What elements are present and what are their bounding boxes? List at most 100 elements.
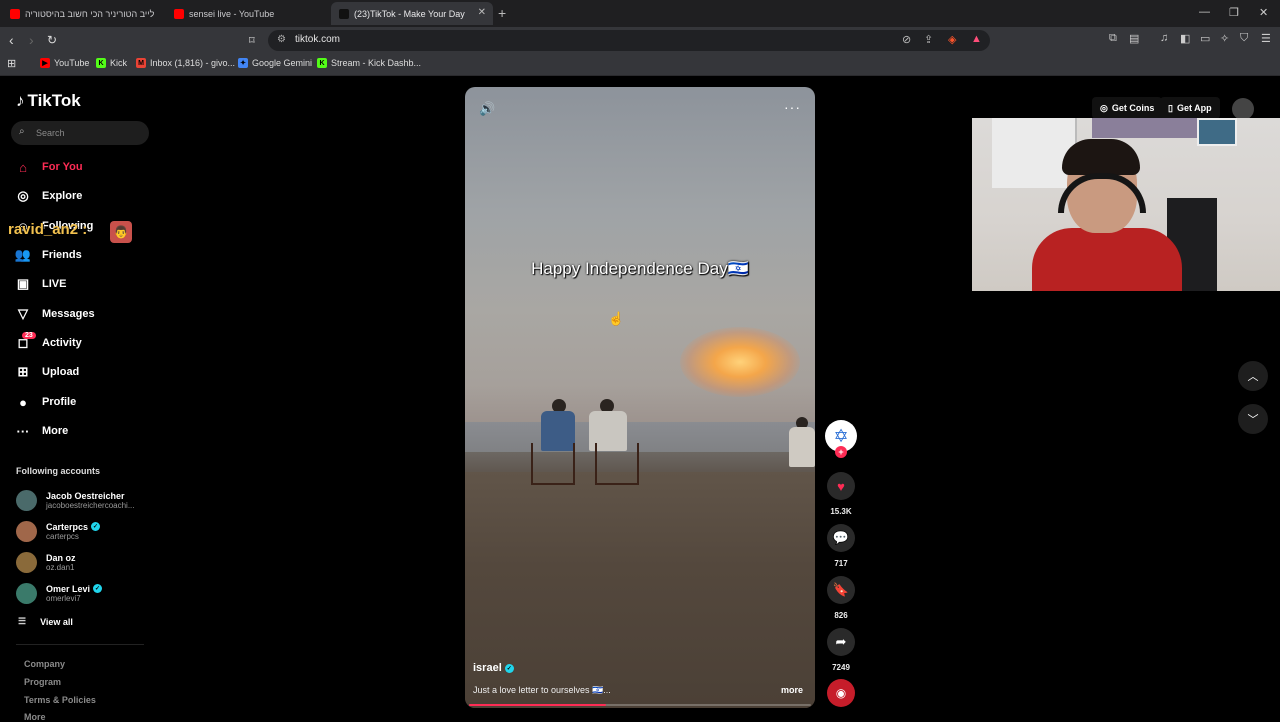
bookmark-label: YouTube xyxy=(54,58,90,68)
account-text: Dan oz oz.dan1 xyxy=(46,553,76,572)
url-text[interactable]: tiktok.com xyxy=(295,34,340,45)
bookmark-save-icon[interactable]: 🔖 xyxy=(827,576,855,604)
video-player[interactable]: Happy Independence Day🇮🇱 🔊 ··· ☝ israel … xyxy=(465,87,815,708)
omnibox[interactable]: ⚙ tiktok.com ⊘ ⇪ ◈ ▲ xyxy=(268,30,990,51)
screenshot-icon[interactable]: ▤ xyxy=(1129,32,1139,45)
video-description: Just a love letter to ourselves 🇮🇱... xyxy=(473,685,611,695)
extensions-icon[interactable]: ⧉ xyxy=(1109,32,1117,45)
account-handle: oz.dan1 xyxy=(46,562,75,572)
sidebar-item-live[interactable]: ▣ LIVE xyxy=(14,272,67,296)
music-disc-icon[interactable]: ◉ xyxy=(827,679,855,707)
bookmark-item[interactable]: ▶ YouTube xyxy=(40,58,89,68)
no-translate-icon[interactable]: ⊘ xyxy=(902,33,911,46)
sidebar-item-profile[interactable]: ● Profile xyxy=(14,390,76,414)
minimize-button[interactable]: — xyxy=(1199,6,1210,18)
comment-icon[interactable]: 💬 xyxy=(827,524,855,552)
following-account[interactable]: Jacob Oestreicher jacoboestreichercoachi.… xyxy=(16,487,135,513)
menu-icon[interactable]: ☰ xyxy=(1261,32,1271,45)
vpn-icon[interactable]: ⛉ xyxy=(1240,32,1248,45)
verified-icon: ✓ xyxy=(504,663,514,673)
following-account[interactable]: Omer Levi ✓ omerlevi7 xyxy=(16,580,103,606)
browser-tab[interactable]: לייב הטוריניר הכי חשוב בהיסטוריה xyxy=(2,2,164,25)
follow-plus-icon[interactable]: + xyxy=(835,446,847,458)
sidebar-toggle-icon[interactable]: ◧ xyxy=(1180,32,1190,45)
video-author[interactable]: israel ✓ xyxy=(473,662,514,674)
tiktok-logo[interactable]: ♪ TikTok xyxy=(16,91,81,111)
avatar xyxy=(16,520,37,542)
bookmark-item[interactable]: M Inbox (1,816) - givo... xyxy=(136,58,235,68)
browser-tab[interactable]: sensei live - YouTube xyxy=(166,2,328,25)
video-caption: Happy Independence Day🇮🇱 xyxy=(531,259,749,278)
media-icon[interactable]: ♫ xyxy=(1160,32,1168,44)
close-tab-icon[interactable]: ✕ xyxy=(478,7,486,18)
share-arrow-icon[interactable]: ➦ xyxy=(827,628,855,656)
sidebar-item-label: More xyxy=(42,425,69,437)
like-icon[interactable]: ♥ xyxy=(827,472,855,500)
wallet-icon[interactable]: ▭ xyxy=(1200,32,1210,45)
browser-tab[interactable]: (23)TikTok - Make Your Day ✕ xyxy=(331,2,493,25)
get-coins-label: Get Coins xyxy=(1111,103,1155,113)
account-name-row: Omer Levi ✓ xyxy=(46,584,103,594)
bookmark-icon[interactable]: ⌑ xyxy=(249,34,255,47)
site-settings-icon[interactable]: ⚙ xyxy=(277,34,286,45)
volume-icon[interactable]: 🔊 xyxy=(479,101,495,117)
sidebar-item-explore[interactable]: ◎ Explore xyxy=(14,184,82,208)
bookmark-favicon-icon: ✦ xyxy=(238,58,248,68)
sidebar-item-label: Activity xyxy=(42,337,82,349)
video-options-icon[interactable]: ··· xyxy=(784,99,801,115)
video-progress-bar[interactable] xyxy=(469,704,811,706)
share-icon[interactable]: ⇪ xyxy=(924,33,933,46)
sidebar-item-friends[interactable]: 👥 Friends xyxy=(14,243,82,267)
account-name-row: Dan oz xyxy=(46,553,76,563)
account-handle: carterpcs xyxy=(46,531,79,541)
account-text: Omer Levi ✓ omerlevi7 xyxy=(46,584,103,603)
sidebar-item-upload[interactable]: ⊞ Upload xyxy=(14,360,80,384)
search-input[interactable] xyxy=(36,124,141,142)
apps-grid-icon[interactable]: ⊞ xyxy=(7,57,16,70)
following-account[interactable]: Carterpcs ✓ carterpcs xyxy=(16,518,101,544)
ground-area xyxy=(465,472,815,708)
bookmarks-bar: ⊞ ▶ YouTube K Kick M Inbox (1,816) - givo... ✦… xyxy=(0,54,1280,76)
search-box[interactable]: ⌕ xyxy=(11,121,149,145)
bookmark-item[interactable]: K Stream - Kick Dashb... xyxy=(317,58,421,68)
get-app-button[interactable]: ▯ Get App xyxy=(1160,97,1220,119)
avatar xyxy=(16,489,37,511)
bookmark-item[interactable]: ✦ Google Gemini xyxy=(238,58,312,68)
list-icon: ☰ xyxy=(18,616,27,626)
sidebar-item-messages[interactable]: ▽ Messages xyxy=(14,302,95,326)
following-account[interactable]: Dan oz oz.dan1 xyxy=(16,549,76,575)
close-window-button[interactable]: ✕ xyxy=(1259,6,1268,19)
back-icon[interactable]: ‹ xyxy=(9,32,14,48)
new-tab-button[interactable]: + xyxy=(498,5,506,21)
bookmark-item[interactable]: K Kick xyxy=(96,58,127,68)
sidebar-item-for-you[interactable]: ⌂ For You xyxy=(14,155,82,179)
user-avatar[interactable] xyxy=(1232,98,1254,120)
hand-cursor-icon: ☝ xyxy=(608,311,625,326)
brave-rewards-icon[interactable]: ▲ xyxy=(971,33,982,45)
footer-link[interactable]: Program xyxy=(24,677,61,687)
address-bar-row: ‹ › ↻ ⌑ ⚙ tiktok.com ⊘ ⇪ ◈ ▲ ⧉ ▤ ♫ ◧ ▭ ✧… xyxy=(0,27,1280,54)
previous-video-button[interactable]: ︿ xyxy=(1238,361,1268,391)
leo-ai-icon[interactable]: ✧ xyxy=(1220,32,1229,45)
restore-button[interactable]: ❐ xyxy=(1229,6,1239,19)
more-button[interactable]: more xyxy=(781,685,803,695)
profile-icon: ● xyxy=(19,394,27,410)
brave-shields-icon[interactable]: ◈ xyxy=(948,33,956,46)
reload-icon[interactable]: ↻ xyxy=(47,33,57,47)
get-coins-button[interactable]: ◎ Get Coins xyxy=(1092,97,1163,119)
home-icon: ⌂ xyxy=(19,159,27,175)
tab-title: sensei live - YouTube xyxy=(189,8,275,19)
footer-link[interactable]: Company xyxy=(24,659,65,669)
bookmark-favicon-icon: K xyxy=(96,58,106,68)
save-count: 826 xyxy=(834,611,848,620)
sidebar-item-more[interactable]: ··· More xyxy=(14,419,69,443)
view-all-button[interactable]: ☰ View all xyxy=(18,616,73,627)
sidebar-item-label: Friends xyxy=(42,249,82,261)
footer-link[interactable]: Terms & Policies xyxy=(24,695,96,705)
sidebar-item-activity[interactable]: ◻ 23 Activity xyxy=(14,331,82,355)
next-video-button[interactable]: ﹀ xyxy=(1238,404,1268,434)
sidebar-item-label: Upload xyxy=(42,366,80,378)
footer-link[interactable]: More xyxy=(24,712,46,722)
forward-icon[interactable]: › xyxy=(29,32,34,48)
share-count: 7249 xyxy=(832,663,850,672)
